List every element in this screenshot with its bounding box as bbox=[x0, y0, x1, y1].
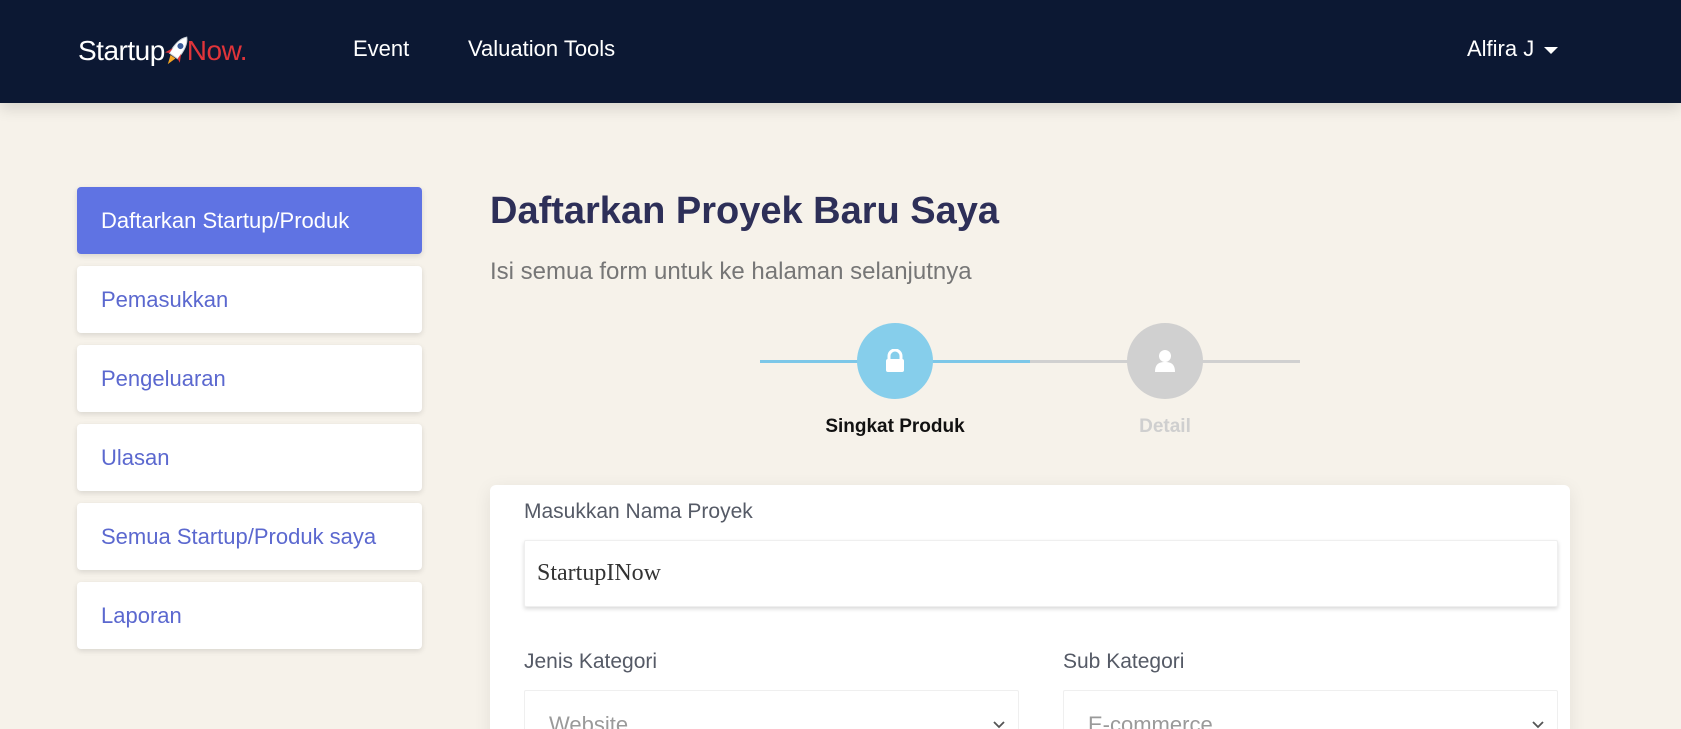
sidebar-item-laporan[interactable]: Laporan bbox=[77, 582, 422, 649]
chevron-down-icon bbox=[993, 721, 1005, 729]
user-name: Alfira J bbox=[1467, 36, 1535, 61]
lock-icon bbox=[886, 349, 904, 372]
subcategory-select[interactable]: E-commerce bbox=[1063, 690, 1558, 729]
brand-name-part2: Now. bbox=[186, 35, 248, 66]
subcategory-select-value: E-commerce bbox=[1088, 712, 1213, 729]
nav-valuation-tools-link[interactable]: Valuation Tools bbox=[468, 36, 615, 62]
brand-name-part1: Startup bbox=[78, 35, 165, 66]
sidebar-item-ulasan[interactable]: Ulasan bbox=[77, 424, 422, 491]
caret-down-icon bbox=[1544, 46, 1559, 54]
page-subtitle: Isi semua form untuk ke halaman selanjut… bbox=[490, 258, 972, 285]
user-menu-dropdown[interactable]: Alfira J bbox=[1467, 36, 1559, 62]
subcategory-label: Sub Kategori bbox=[1063, 650, 1185, 673]
sidebar-item-daftarkan-startup[interactable]: Daftarkan Startup/Produk bbox=[77, 187, 422, 254]
step-singkat-produk-label: Singkat Produk bbox=[825, 416, 965, 437]
category-select[interactable]: Website bbox=[524, 690, 1019, 729]
project-name-label: Masukkan Nama Proyek bbox=[524, 500, 753, 523]
top-navbar: Startup Now. Event Valuation Tools Alfir… bbox=[0, 0, 1681, 103]
project-form-card: Masukkan Nama Proyek StartupINow Jenis K… bbox=[490, 485, 1570, 729]
sidebar-item-pemasukkan[interactable]: Pemasukkan bbox=[77, 266, 422, 333]
nav-event-link[interactable]: Event bbox=[353, 36, 409, 62]
step-singkat-produk[interactable] bbox=[857, 323, 933, 399]
category-label: Jenis Kategori bbox=[524, 650, 658, 673]
sidebar-item-semua-startup[interactable]: Semua Startup/Produk saya bbox=[77, 503, 422, 570]
brand-logo[interactable]: Startup Now. bbox=[78, 31, 248, 71]
sidebar-menu: Daftarkan Startup/Produk Pemasukkan Peng… bbox=[77, 187, 422, 661]
chevron-down-icon bbox=[1532, 721, 1544, 729]
progress-stepper: Singkat Produk Detail bbox=[760, 322, 1300, 442]
step-detail-label: Detail bbox=[1139, 416, 1191, 437]
step-detail[interactable] bbox=[1127, 323, 1203, 399]
page-title: Daftarkan Proyek Baru Saya bbox=[490, 190, 1000, 232]
category-select-value: Website bbox=[549, 712, 629, 729]
user-icon bbox=[1155, 350, 1175, 372]
project-name-input[interactable]: StartupINow bbox=[524, 540, 1558, 607]
sidebar-item-pengeluaran[interactable]: Pengeluaran bbox=[77, 345, 422, 412]
